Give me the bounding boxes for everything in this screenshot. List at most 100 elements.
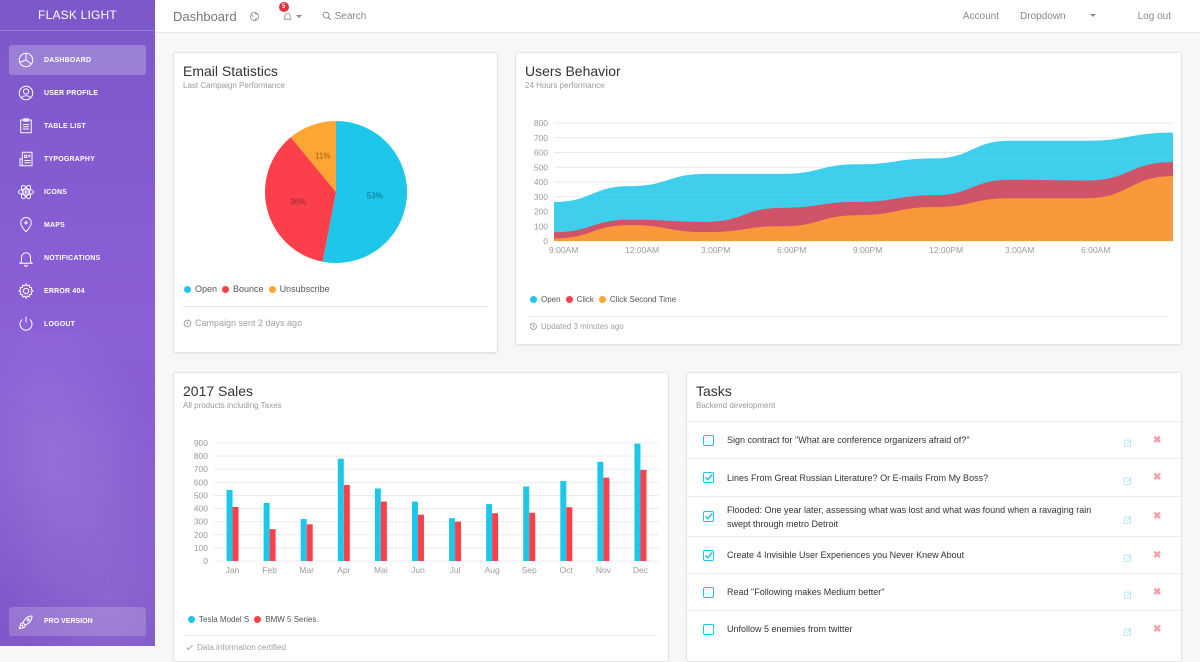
sidebar-item-table-list[interactable]: TABLE LIST	[9, 111, 146, 141]
task-text: Read "Following makes Medium better"	[727, 587, 885, 597]
y-tick-label: 300	[534, 192, 548, 202]
x-tick-label: 12:00AM	[625, 245, 659, 255]
task-row: Read "Following makes Medium better" ✖	[687, 573, 1181, 610]
pie-label: 11%	[315, 151, 330, 160]
legend-label: Open	[541, 295, 561, 304]
user-circle-icon	[18, 85, 34, 101]
close-icon: ✖	[1153, 434, 1162, 446]
remove-task-button[interactable]: ✖	[1153, 550, 1161, 561]
search-icon	[322, 11, 331, 21]
bar-tesla-model-s	[411, 501, 418, 561]
legend-label: BMW 5 Series	[265, 615, 317, 624]
task-text: Lines From Great Russian Literature? Or …	[727, 472, 989, 483]
checkbox-unchecked[interactable]	[703, 434, 714, 446]
sidebar-item-icons[interactable]: ICONS	[9, 177, 146, 207]
sidebar-item-logout[interactable]: LOGOUT	[9, 309, 146, 339]
sidebar-item-label: ERROR 404	[44, 287, 85, 295]
chart-legend: Open Click Click Second Time	[530, 295, 681, 304]
history-icon	[530, 323, 537, 330]
legend-label: Open	[195, 284, 218, 294]
legend-dot-bmw	[254, 616, 262, 623]
remove-task-button[interactable]: ✖	[1153, 435, 1161, 446]
sidebar-item-notifications[interactable]: NOTIFICATIONS	[9, 243, 146, 273]
checkbox-unchecked[interactable]	[703, 586, 714, 598]
edit-task-button[interactable]	[1123, 512, 1133, 524]
pie-chart: 53% 36% 11%	[265, 121, 407, 263]
sidebar-item-typography[interactable]: TYPOGRAPHY	[9, 144, 146, 174]
legend-label: Click Second Time	[609, 295, 677, 304]
sidebar-item-label: LOGOUT	[44, 320, 76, 328]
sidebar-item-error-404[interactable]: ERROR 404	[9, 276, 146, 306]
x-tick-label: Mai	[374, 565, 388, 575]
y-tick-label: 200	[194, 530, 208, 540]
sidebar-item-maps[interactable]: MAPS	[9, 210, 146, 240]
bar-bmw-5-series	[343, 484, 350, 561]
globe-button[interactable]	[249, 11, 260, 22]
checkbox-checked[interactable]	[703, 472, 714, 483]
sidebar-item-user-profile[interactable]: USER PROFILE	[9, 78, 146, 108]
bar-tesla-model-s	[300, 519, 307, 561]
sidebar-item-dashboard[interactable]: DASHBOARD	[9, 45, 146, 75]
footer-text: Data information certified	[197, 643, 286, 652]
edit-task-button[interactable]	[1123, 435, 1133, 447]
bar-tesla-model-s	[374, 488, 381, 561]
bar-tesla-model-s	[337, 458, 344, 561]
x-tick-label: Dec	[633, 565, 649, 575]
brand-logo[interactable]: FLASK LIGHT	[0, 0, 155, 31]
pro-version-button[interactable]: PRO VERSION	[9, 607, 146, 636]
checkbox-checked[interactable]	[703, 549, 714, 561]
check-icon	[186, 644, 193, 651]
x-tick-label: 3:00AM	[1005, 245, 1034, 255]
edit-task-button[interactable]	[1123, 587, 1133, 599]
power-icon	[19, 316, 33, 331]
globe-icon	[249, 11, 259, 21]
edit-task-button[interactable]	[1123, 624, 1133, 636]
legend-dot-open	[530, 296, 537, 303]
area-chart: 0 100 200 300 400 500 600 700 800 9:00AM 12:00AM 3:…	[534, 118, 1173, 255]
account-link[interactable]: Account	[963, 11, 999, 22]
logout-link[interactable]: Log out	[1138, 11, 1171, 22]
dropdown-menu[interactable]: Dropdown	[1020, 11, 1117, 22]
legend-dot-unsubscribe	[268, 285, 276, 293]
edit-icon	[1123, 476, 1132, 485]
edit-icon	[1123, 628, 1132, 636]
x-tick-label: Sep	[522, 565, 537, 575]
x-tick-label: 6:00AM	[1081, 245, 1110, 255]
checkbox-unchecked[interactable]	[703, 623, 714, 635]
atom-icon	[18, 184, 34, 200]
remove-task-button[interactable]: ✖	[1153, 624, 1161, 635]
remove-task-button[interactable]: ✖	[1153, 511, 1161, 522]
sidebar-item-label: ICONS	[44, 188, 68, 196]
bar-bmw-5-series	[417, 514, 424, 561]
chevron-down-icon	[1089, 14, 1096, 18]
y-tick-label: 600	[534, 148, 548, 158]
checkbox-checked[interactable]	[703, 511, 714, 522]
edit-task-button[interactable]	[1123, 473, 1133, 485]
y-tick-label: 500	[534, 162, 548, 172]
card-footer: Campaign sent 2 days ago	[183, 318, 302, 328]
x-tick-label: Nov	[596, 565, 612, 575]
pie-label: 36%	[290, 198, 306, 207]
sidebar-item-label: MAPS	[44, 221, 66, 229]
search-button[interactable]: Search	[322, 10, 367, 22]
edit-task-button[interactable]	[1123, 550, 1133, 562]
x-tick-label: 9:00AM	[549, 245, 578, 255]
clipboard-icon	[20, 118, 32, 134]
remove-task-button[interactable]: ✖	[1153, 472, 1161, 483]
notifications-dropdown[interactable]: 5	[278, 1, 302, 22]
sidebar-item-label: USER PROFILE	[44, 89, 99, 97]
bar-bmw-5-series	[232, 506, 239, 561]
page-title[interactable]: Dashboard	[173, 9, 237, 24]
card-subtitle: All products including Taxes	[183, 401, 282, 410]
card-title: 2017 Sales	[183, 383, 254, 399]
task-text: Flooded: One year later, assessing what …	[727, 504, 1092, 529]
y-tick-label: 600	[194, 477, 208, 487]
sidebar: FLASK LIGHT DASHBOARD USER PROFILE TABLE…	[0, 0, 155, 646]
notification-badge: 5	[278, 1, 289, 12]
chevron-down-icon	[295, 14, 302, 18]
remove-task-button[interactable]: ✖	[1153, 587, 1161, 598]
rocket-icon	[18, 615, 33, 629]
pro-version-label: PRO VERSION	[44, 618, 93, 625]
search-label: Search	[334, 10, 367, 22]
legend-dot-bounce	[222, 285, 230, 293]
